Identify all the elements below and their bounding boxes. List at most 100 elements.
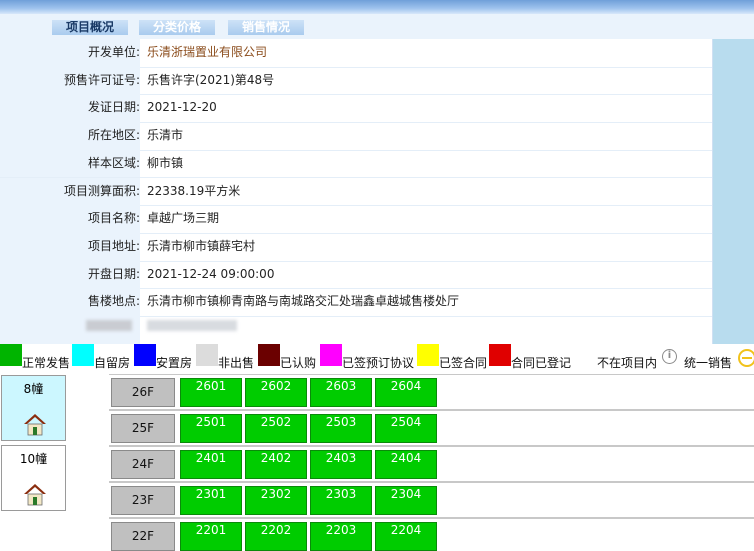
legend-label: 自留房 [94,356,131,370]
info-value: 乐售许字(2021)第48号 [147,72,275,87]
legend-label: 正常发售 [22,356,71,370]
floor-label: 26F [111,378,175,407]
info-row: 售楼地点: 乐清市柳市镇柳青南路与南城路交汇处瑞鑫卓越城售楼处厅 [0,288,712,317]
info-label: 项目测算面积: [0,177,140,206]
unit-cell[interactable]: 2604 [375,378,437,407]
floor-label: 25F [111,414,175,443]
unit-cell[interactable]: 2202 [245,522,307,551]
unit-cell[interactable]: 2404 [375,450,437,479]
building-name: 8幢 [23,382,44,396]
legend-label: 合同已登记 [511,356,572,370]
legend-swatch [72,344,94,366]
info-row: 预售许可证号: 乐售许字(2021)第48号 [0,66,712,96]
status-legend: 正常发售 自留房 安置房 非出售 已认购 已签预订协议 已签合同 合同已登记 不… [0,344,754,372]
unit-cell[interactable]: 2503 [310,414,372,443]
legend-item-self-reserved: 自留房 [72,344,134,372]
tab-category-price[interactable]: 分类价格 [139,20,215,35]
legend-item-contract-signed: 已签合同 [417,344,489,372]
info-label: 项目名称: [0,205,140,233]
info-label: 售楼地点: [0,288,140,316]
info-label: 样本区域: [0,149,140,178]
unit-cell[interactable]: 2504 [375,414,437,443]
floor-label: 24F [111,450,175,479]
info-value: 柳市镇 [147,155,184,170]
unit-cell[interactable]: 2501 [180,414,242,443]
info-value: 22338.19平方米 [147,183,241,198]
redacted-value [147,320,237,331]
floor-row: 22F 2201 2202 2203 2204 [109,518,754,551]
info-value: 2021-12-20 [147,100,217,115]
info-value: 2021-12-24 09:00:00 [147,266,275,281]
info-label: 开发单位: [0,39,140,67]
unit-cell[interactable]: 2602 [245,378,307,407]
info-icon: i [662,349,677,364]
tab-sales-status[interactable]: 销售情况 [228,20,304,35]
legend-label: 非出售 [218,356,255,370]
unit-cell[interactable]: 2201 [180,522,242,551]
house-icon [24,484,46,506]
floor-row: 23F 2301 2302 2303 2304 [109,482,754,518]
legend-label: 安置房 [156,356,193,370]
header-band [0,0,754,14]
legend-swatch [320,344,342,366]
unit-cell[interactable]: 2303 [310,486,372,515]
unit-cell[interactable]: 2203 [310,522,372,551]
building-list: 8幢 10幢 [0,374,70,551]
floor-row: 26F 2601 2602 2603 2604 [109,374,754,410]
info-label: 开盘日期: [0,260,140,289]
legend-label: 不在项目内 [597,356,658,370]
unit-cell[interactable]: 2302 [245,486,307,515]
unit-cell[interactable]: 2304 [375,486,437,515]
legend-swatch [0,344,22,366]
developer-link[interactable]: 乐清浙瑞置业有限公司 [147,39,267,67]
building-10[interactable]: 10幢 [1,445,66,511]
legend-item-contract-registered: 合同已登记 [489,344,575,372]
unit-cell[interactable]: 2603 [310,378,372,407]
legend-item-normal-sale: 正常发售 [0,344,72,372]
info-row: 开发单位: 乐清浙瑞置业有限公司 [0,39,712,68]
info-label: 项目地址: [0,232,140,261]
info-row: 项目地址: 乐清市柳市镇薛宅村 [0,232,712,262]
house-icon [24,414,46,436]
unit-cell[interactable]: 2204 [375,522,437,551]
unit-cell[interactable]: 2402 [245,450,307,479]
project-info-table: 开发单位: 乐清浙瑞置业有限公司 预售许可证号: 乐售许字(2021)第48号 … [0,39,713,344]
info-label: 所在地区: [0,122,140,150]
info-value: 乐清市 [147,128,184,143]
minus-circle-icon [738,349,754,367]
unit-cell[interactable]: 2601 [180,378,242,407]
legend-label: 已签预订协议 [342,356,415,370]
legend-item-reservation-signed: 已签预订协议 [320,344,417,372]
info-label: 发证日期: [0,94,140,123]
legend-swatch [134,344,156,366]
unit-cell[interactable]: 2403 [310,450,372,479]
info-row: 项目测算面积: 22338.19平方米 [0,177,712,207]
floor-label: 22F [111,522,175,551]
legend-swatch [489,344,511,366]
tab-project-overview[interactable]: 项目概况 [52,20,128,35]
legend-swatch [258,344,280,366]
unit-cell[interactable]: 2401 [180,450,242,479]
legend-swatch [417,344,439,366]
info-value: 乐清市柳市镇薛宅村 [147,238,256,253]
info-row: 发证日期: 2021-12-20 [0,94,712,124]
unit-cell[interactable]: 2301 [180,486,242,515]
info-value: 乐清市柳市镇柳青南路与南城路交汇处瑞鑫卓越城售楼处厅 [147,294,460,309]
legend-item-subscribed: 已认购 [258,344,320,372]
legend-label: 已认购 [280,356,317,370]
unit-cell[interactable]: 2502 [245,414,307,443]
legend-item-not-in-project: 不在项目内 [575,344,660,372]
info-value: 卓越广场三期 [147,211,220,226]
floor-row: 24F 2401 2402 2403 2404 [109,446,754,482]
info-row: 样本区域: 柳市镇 [0,149,712,179]
building-8[interactable]: 8幢 [1,375,66,441]
legend-swatch [575,344,597,366]
tab-bar: 项目概况 分类价格 销售情况 [0,14,754,39]
building-name: 10幢 [19,452,48,466]
info-row: 项目名称: 卓越广场三期 [0,205,712,234]
legend-label: 已签合同 [439,356,488,370]
redacted-label [86,320,132,331]
info-label: 预售许可证号: [0,66,140,95]
floor-row: 25F 2501 2502 2503 2504 [109,410,754,446]
info-row: 开盘日期: 2021-12-24 09:00:00 [0,260,712,290]
